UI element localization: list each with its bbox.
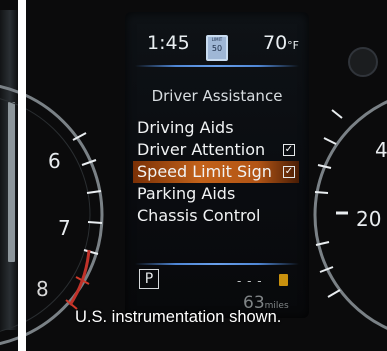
menu-item-chassis-control[interactable]: Chassis Control: [137, 205, 305, 227]
tachometer-tick-7: 7: [58, 216, 71, 240]
tachometer-tick-6: 6: [48, 149, 61, 173]
speedometer-tick-4: 4: [375, 138, 387, 162]
menu-item-driving-aids[interactable]: Driving Aids: [137, 117, 305, 139]
fuel-pump-icon: [279, 274, 288, 286]
photo-divider: [18, 0, 26, 351]
speedometer-knob: [348, 47, 378, 77]
menu-item-driver-attention[interactable]: Driver Attention ✓: [137, 139, 305, 161]
instrument-cluster-photo: 6 7 8 4 20 1:45 LIMIT 50 70°F Driver Ass…: [0, 0, 387, 351]
speed-limit-label: LIMIT: [211, 37, 223, 42]
menu-item-label: Driver Attention: [137, 140, 266, 159]
driver-info-display: 1:45 LIMIT 50 70°F Driver Assistance Dri…: [125, 12, 309, 318]
gear-indicator: P: [139, 269, 159, 289]
temperature-unit: °F: [287, 39, 299, 52]
temperature-value: 70: [262, 32, 288, 54]
speedometer-tick-20: 20: [356, 207, 381, 231]
image-caption: U.S. instrumentation shown.: [75, 308, 282, 326]
checkbox-checked-icon[interactable]: ✓: [283, 166, 295, 178]
menu-item-label: Speed Limit Sign: [137, 162, 272, 181]
top-separator: [135, 65, 299, 67]
driver-assistance-menu: Driving Aids Driver Attention ✓ Speed Li…: [133, 117, 305, 227]
menu-item-label: Driving Aids: [137, 118, 234, 137]
checkbox-checked-icon[interactable]: ✓: [283, 144, 295, 156]
bottom-separator: [135, 263, 299, 265]
menu-item-label: Chassis Control: [137, 206, 261, 225]
status-row: 1:45 LIMIT 50 70°F: [125, 32, 309, 62]
menu-item-parking-aids[interactable]: Parking Aids: [137, 183, 305, 205]
outside-temperature: 70°F: [263, 32, 299, 54]
fuel-economy-placeholder: - - -: [237, 274, 263, 288]
speed-limit-icon: LIMIT 50: [206, 35, 228, 61]
clock-time: 1:45: [147, 32, 190, 54]
speedometer: 4 20: [313, 47, 387, 330]
menu-title: Driver Assistance: [151, 87, 283, 105]
tachometer-tick-8: 8: [36, 277, 49, 301]
speed-limit-value: 50: [211, 44, 223, 53]
menu-item-speed-limit-sign[interactable]: Speed Limit Sign ✓: [133, 161, 299, 183]
menu-item-label: Parking Aids: [137, 184, 236, 203]
